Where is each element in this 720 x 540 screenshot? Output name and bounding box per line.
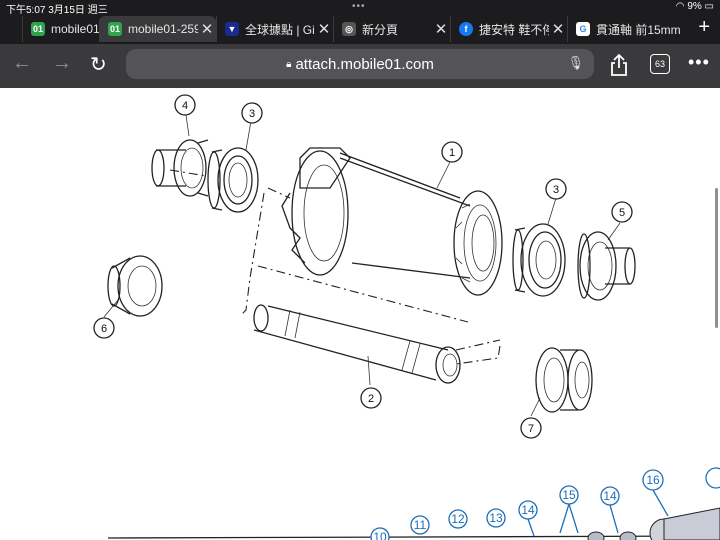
svg-text:4: 4: [182, 100, 188, 112]
microphone-icon[interactable]: 🎙︎: [567, 55, 584, 71]
part-6-cap: [107, 255, 163, 317]
part-3-bearing-left: [207, 147, 259, 213]
tab-giant-facebook[interactable]: f 捷安特 鞋不停 | ✕: [450, 16, 567, 42]
mobile01-favicon-icon: 01: [108, 22, 122, 36]
svg-text:14: 14: [521, 503, 535, 517]
lock-icon: 🔒︎: [286, 58, 292, 70]
callout-3-right: 3: [545, 178, 567, 200]
callout-4: 4: [174, 94, 196, 116]
tab-mobile01-active[interactable]: 01 mobile01-2597 ✕: [99, 16, 216, 42]
part-2-axle: [253, 304, 461, 384]
callout-2: 2: [360, 387, 382, 409]
close-tab-icon[interactable]: ✕: [315, 20, 333, 38]
callout-1: 1: [441, 141, 463, 163]
svg-text:3: 3: [249, 108, 255, 120]
callout-11: 11: [410, 515, 430, 535]
google-icon: G: [576, 22, 590, 36]
svg-text:5: 5: [619, 207, 625, 219]
callout-15: 15: [559, 485, 579, 505]
close-tab-icon[interactable]: ✕: [549, 20, 567, 38]
callout-12: 12: [448, 509, 468, 529]
svg-text:11: 11: [414, 518, 427, 532]
battery-icon: ▭: [704, 1, 714, 12]
part-16-partial: [649, 507, 720, 540]
callout-14-right: 14: [600, 486, 620, 506]
callout-offscreen: [705, 467, 720, 489]
globe-icon: ◎: [342, 22, 356, 36]
svg-text:7: 7: [528, 423, 534, 435]
svg-text:10: 10: [373, 530, 387, 540]
part-1-hub-body: [281, 147, 503, 296]
callout-3-left: 3: [241, 102, 263, 124]
mobile01-favicon-icon: 01: [31, 22, 45, 36]
callout-16: 16: [642, 469, 664, 491]
callout-5: 5: [611, 201, 633, 223]
page-scrollbar[interactable]: [715, 188, 718, 328]
svg-text:15: 15: [562, 488, 576, 502]
reload-icon[interactable]: ↻: [90, 52, 107, 77]
svg-text:3: 3: [553, 184, 559, 196]
share-icon[interactable]: [610, 53, 628, 81]
wifi-icon: ◠: [675, 1, 685, 12]
page-content: 4 3 1 3 5 6 2 7 10 11 12 13 14 15 14 16: [0, 88, 720, 540]
part-5-end-cap: [577, 231, 636, 301]
tab-google-search[interactable]: G 貫通軸 前15mm: [567, 16, 688, 42]
callout-10: 10: [370, 527, 390, 540]
url-text: attach.mobile01.com: [295, 55, 434, 73]
callout-7: 7: [520, 417, 542, 439]
tab-giant[interactable]: ▼ 全球據點 | Gian ✕: [216, 16, 333, 42]
part-7-cap: [535, 347, 593, 413]
forward-arrow-icon[interactable]: →: [52, 52, 72, 75]
tab-new-tab[interactable]: ◎ 新分頁 ✕: [333, 16, 450, 42]
close-tab-icon[interactable]: ✕: [198, 20, 216, 38]
svg-text:2: 2: [368, 393, 374, 405]
facebook-icon: f: [459, 22, 473, 36]
callout-14-left: 14: [518, 500, 538, 520]
part-4-end-cap: [151, 139, 209, 197]
svg-text:14: 14: [603, 489, 617, 503]
more-menu-icon[interactable]: •••: [688, 52, 710, 73]
close-tab-icon[interactable]: ✕: [432, 20, 450, 38]
callout-13: 13: [486, 508, 506, 528]
hub-exploded-diagram: 4 3 1 3 5 6 2 7 10 11 12 13 14 15 14 16: [93, 94, 720, 540]
svg-text:12: 12: [451, 512, 465, 526]
callout-6: 6: [93, 317, 115, 339]
svg-text:6: 6: [101, 323, 107, 335]
giant-favicon-icon: ▼: [225, 22, 239, 36]
back-arrow-icon[interactable]: ←: [12, 52, 32, 75]
browser-toolbar: ← → ↻ 🔒︎ attach.mobile01.com 🎙︎ 63 •••: [0, 44, 720, 88]
svg-text:1: 1: [449, 147, 455, 159]
address-bar[interactable]: 🔒︎ attach.mobile01.com 🎙︎: [126, 49, 594, 79]
tab-bar: 01 mobile01-2 01 mobile01-2597 ✕ ▼ 全球據點 …: [0, 14, 720, 44]
multitask-dots[interactable]: •••: [352, 1, 366, 12]
part-3-bearing-right: [512, 223, 566, 297]
status-right: ◠ 9% ▭: [675, 1, 714, 12]
status-bar: 下午5:07 3月15日 週三 ••• ◠ 9% ▭: [0, 0, 720, 16]
svg-text:16: 16: [646, 473, 660, 487]
tab-mobile01-a[interactable]: 01 mobile01-2: [22, 16, 99, 42]
new-tab-button[interactable]: +: [698, 16, 710, 39]
svg-text:13: 13: [489, 511, 503, 525]
tab-count-button[interactable]: 63: [650, 54, 670, 74]
